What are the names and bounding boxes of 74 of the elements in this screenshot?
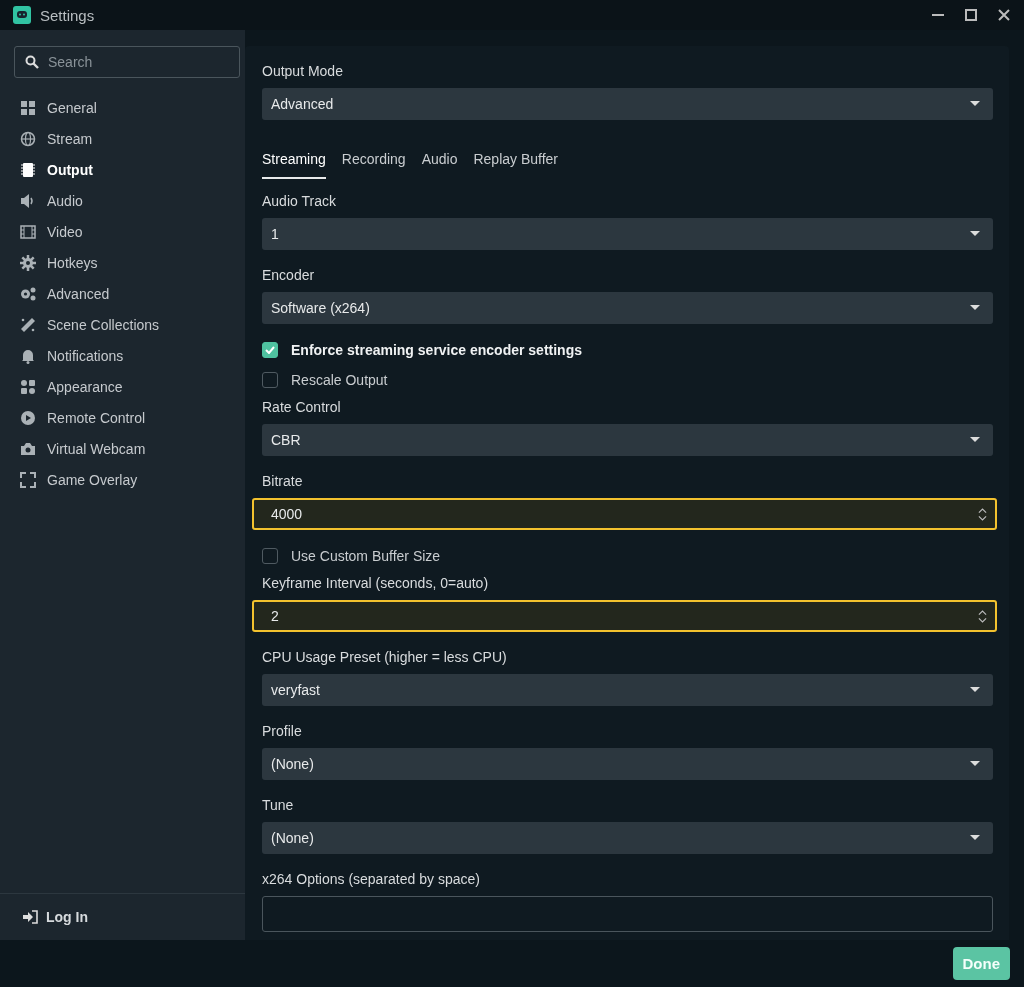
- checkbox[interactable]: [262, 548, 278, 564]
- checkbox[interactable]: [262, 342, 278, 358]
- checkbox-label: Use Custom Buffer Size: [291, 548, 441, 564]
- caret-icon: [970, 305, 980, 311]
- sidebar-item[interactable]: Audio: [0, 185, 245, 216]
- grid-icon: [20, 99, 36, 116]
- login-button[interactable]: Log In: [22, 909, 88, 925]
- text-field[interactable]: [262, 896, 993, 932]
- dropdown[interactable]: Advanced: [262, 88, 993, 120]
- caret-icon: [970, 761, 980, 767]
- tab[interactable]: Streaming: [262, 145, 326, 179]
- camera-icon: [20, 440, 36, 457]
- sidebar-item[interactable]: Virtual Webcam: [0, 433, 245, 464]
- search-icon: [25, 55, 39, 69]
- caret-icon: [970, 231, 980, 237]
- dropdown[interactable]: veryfast: [262, 674, 993, 706]
- caret-icon: [970, 687, 980, 693]
- number-field[interactable]: 4000: [252, 498, 997, 530]
- speaker-icon: [20, 192, 36, 209]
- window-title: Settings: [40, 6, 95, 24]
- dropdown[interactable]: 1: [262, 218, 993, 250]
- sidebar-item[interactable]: Advanced: [0, 278, 245, 309]
- caret-icon: [970, 437, 980, 443]
- check-icon: [265, 346, 275, 354]
- field-label: Rate Control: [262, 398, 342, 416]
- sidebar-item[interactable]: Video: [0, 216, 245, 247]
- gears-icon: [20, 285, 36, 302]
- chip-icon: [20, 161, 36, 178]
- tab[interactable]: Audio: [421, 145, 458, 179]
- tab[interactable]: Recording: [341, 145, 406, 179]
- sidebar-item[interactable]: Hotkeys: [0, 247, 245, 278]
- field-label: Profile: [262, 722, 303, 740]
- expand-icon: [20, 471, 36, 488]
- gear-icon: [20, 254, 36, 271]
- globe-icon: [20, 130, 36, 147]
- checkbox-label: Enforce streaming service encoder settings: [291, 342, 582, 358]
- checkbox[interactable]: [262, 372, 278, 388]
- play-icon: [20, 409, 36, 426]
- number-field[interactable]: 2: [252, 600, 997, 632]
- dropdown[interactable]: (None): [262, 822, 993, 854]
- sidebar-item[interactable]: Output: [0, 154, 245, 185]
- field-label: x264 Options (separated by space): [262, 870, 481, 888]
- sidebar-item[interactable]: Game Overlay: [0, 464, 245, 495]
- sign-in-icon: [22, 910, 38, 924]
- field-label: Encoder: [262, 266, 316, 284]
- wand-icon: [20, 316, 36, 333]
- shapes-icon: [20, 378, 36, 395]
- field-label: Output Mode: [262, 62, 344, 80]
- close-icon[interactable]: [998, 9, 1010, 21]
- bell-icon: [20, 347, 36, 364]
- field-label: Audio Track: [262, 192, 337, 210]
- caret-icon: [970, 835, 980, 841]
- field-label: Tune: [262, 796, 295, 814]
- maximize-icon[interactable]: [965, 9, 977, 21]
- tab[interactable]: Replay Buffer: [473, 145, 559, 179]
- dropdown[interactable]: Software (x264): [262, 292, 993, 324]
- sidebar-item[interactable]: Notifications: [0, 340, 245, 371]
- field-label: CPU Usage Preset (higher = less CPU): [262, 648, 508, 666]
- field-label: Bitrate: [262, 472, 304, 490]
- sidebar-item[interactable]: General: [0, 92, 245, 123]
- app-logo-icon: [13, 6, 31, 24]
- dropdown[interactable]: (None): [262, 748, 993, 780]
- search-field[interactable]: Search: [14, 46, 240, 78]
- spinner-arrows-icon[interactable]: [978, 506, 987, 522]
- sidebar-item[interactable]: Stream: [0, 123, 245, 154]
- sidebar-item[interactable]: Scene Collections: [0, 309, 245, 340]
- film-icon: [20, 223, 36, 240]
- spinner-arrows-icon[interactable]: [978, 608, 987, 624]
- caret-icon: [970, 101, 980, 107]
- field-label: Keyframe Interval (seconds, 0=auto): [262, 574, 490, 592]
- checkbox-label: Rescale Output: [291, 372, 388, 388]
- sidebar-item[interactable]: Remote Control: [0, 402, 245, 433]
- sidebar-item[interactable]: Appearance: [0, 371, 245, 402]
- dropdown[interactable]: CBR: [262, 424, 993, 456]
